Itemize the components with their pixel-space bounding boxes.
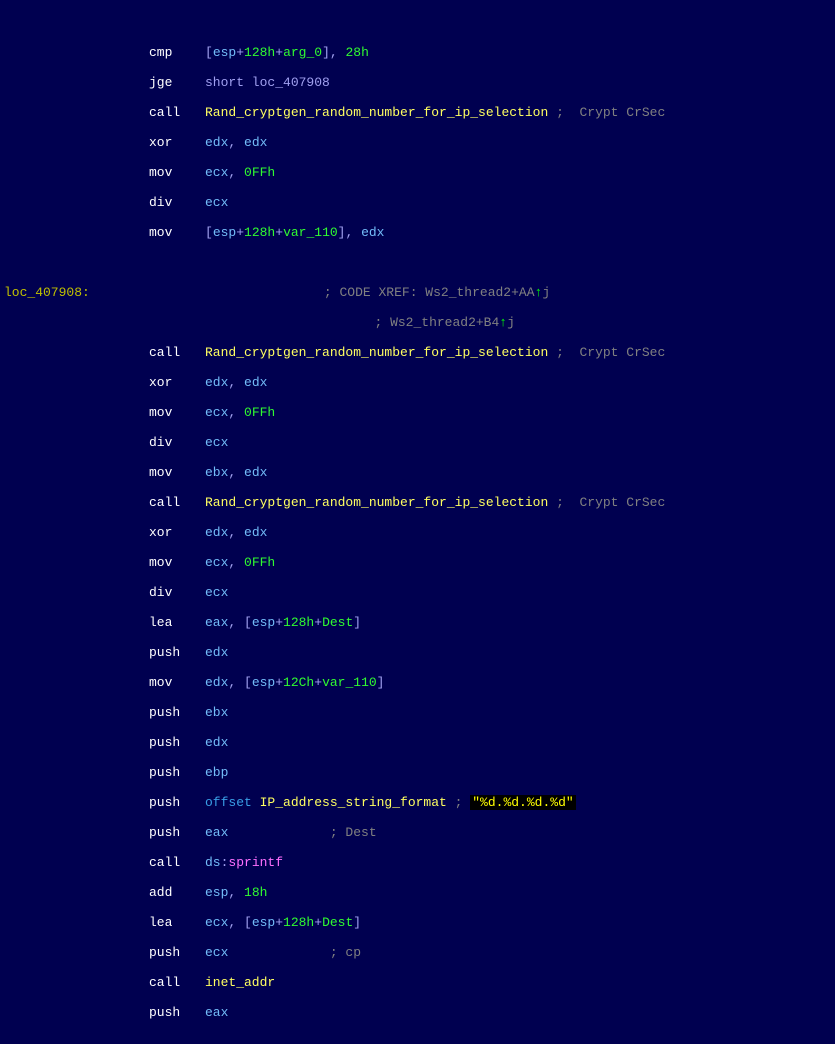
asm-line: callRand_cryptgen_random_number_for_ip_s… [0, 495, 835, 510]
mnemonic: mov [149, 165, 205, 180]
mnemonic: mov [149, 465, 205, 480]
mnemonic: add [149, 885, 205, 900]
asm-line: callds:sprintf [0, 855, 835, 870]
mnemonic: mov [149, 225, 205, 240]
mnemonic: push [149, 705, 205, 720]
asm-line: xoredx, edx [0, 375, 835, 390]
asm-line: cmp[esp+128h+arg_0], 28h [0, 45, 835, 60]
code-label: loc_407908: [4, 285, 90, 300]
asm-line: callRand_cryptgen_random_number_for_ip_s… [0, 105, 835, 120]
mnemonic: push [149, 945, 205, 960]
comment: ; Crypt CrSec [548, 495, 665, 510]
asm-line: divecx [0, 435, 835, 450]
mnemonic: xor [149, 135, 205, 150]
asm-line: pushecx ; cp [0, 945, 835, 960]
asm-line: jgeshort loc_407908 [0, 75, 835, 90]
mnemonic: div [149, 585, 205, 600]
xref-line: ; Ws2_thread2+B4↑j [0, 315, 835, 330]
api-call: inet_addr [205, 975, 275, 990]
asm-line: pushoffset IP_address_string_format ; "%… [0, 795, 835, 810]
mnemonic: div [149, 195, 205, 210]
mnemonic: push [149, 765, 205, 780]
xref-comment: ; CODE XREF: Ws2_thread2+AA [324, 285, 535, 300]
mnemonic: mov [149, 405, 205, 420]
comment: ; Dest [228, 825, 376, 840]
asm-line: pusheax [0, 1005, 835, 1020]
mnemonic: call [149, 345, 205, 360]
api-call: sprintf [228, 855, 283, 870]
mnemonic: call [149, 495, 205, 510]
mnemonic: call [149, 105, 205, 120]
asm-line: divecx [0, 195, 835, 210]
mnemonic: div [149, 435, 205, 450]
func-call: Rand_cryptgen_random_number_for_ip_selec… [205, 495, 548, 510]
asm-line: callRand_cryptgen_random_number_for_ip_s… [0, 345, 835, 360]
asm-line: pushedx [0, 735, 835, 750]
asm-line: pusheax ; Dest [0, 825, 835, 840]
asm-line: movecx, 0FFh [0, 555, 835, 570]
asm-line: leaecx, [esp+128h+Dest] [0, 915, 835, 930]
comment: ; Crypt CrSec [548, 105, 665, 120]
asm-line: xoredx, edx [0, 525, 835, 540]
symbol: IP_address_string_format [260, 795, 447, 810]
blank-line [0, 255, 835, 270]
mnemonic: push [149, 795, 205, 810]
func-call: Rand_cryptgen_random_number_for_ip_selec… [205, 105, 548, 120]
mnemonic: xor [149, 525, 205, 540]
string-literal: "%d.%d.%d.%d" [470, 795, 575, 810]
comment: ; Crypt CrSec [548, 345, 665, 360]
mnemonic: push [149, 645, 205, 660]
asm-line: xoredx, edx [0, 135, 835, 150]
asm-line: leaeax, [esp+128h+Dest] [0, 615, 835, 630]
asm-line: movecx, 0FFh [0, 165, 835, 180]
comment: ; cp [228, 945, 361, 960]
mnemonic: call [149, 855, 205, 870]
mnemonic: lea [149, 615, 205, 630]
mnemonic: mov [149, 675, 205, 690]
mnemonic: cmp [149, 45, 205, 60]
asm-line: callinet_addr [0, 975, 835, 990]
mnemonic: mov [149, 555, 205, 570]
asm-line: mov[esp+128h+var_110], edx [0, 225, 835, 240]
mnemonic: xor [149, 375, 205, 390]
mnemonic: push [149, 1005, 205, 1020]
asm-line: movebx, edx [0, 465, 835, 480]
asm-line: pushebp [0, 765, 835, 780]
asm-line: movedx, [esp+12Ch+var_110] [0, 675, 835, 690]
func-call: Rand_cryptgen_random_number_for_ip_selec… [205, 345, 548, 360]
mnemonic: push [149, 825, 205, 840]
asm-line: pushedx [0, 645, 835, 660]
asm-line: movecx, 0FFh [0, 405, 835, 420]
mnemonic: lea [149, 915, 205, 930]
asm-line: pushebx [0, 705, 835, 720]
label-line: loc_407908: ; CODE XREF: Ws2_thread2+AA↑… [0, 285, 835, 300]
arrow-up-icon: ↑ [499, 315, 507, 330]
asm-line: addesp, 18h [0, 885, 835, 900]
mnemonic: push [149, 735, 205, 750]
xref-comment: ; Ws2_thread2+B4 [374, 315, 499, 330]
asm-line: divecx [0, 585, 835, 600]
mnemonic: jge [149, 75, 205, 90]
mnemonic: call [149, 975, 205, 990]
